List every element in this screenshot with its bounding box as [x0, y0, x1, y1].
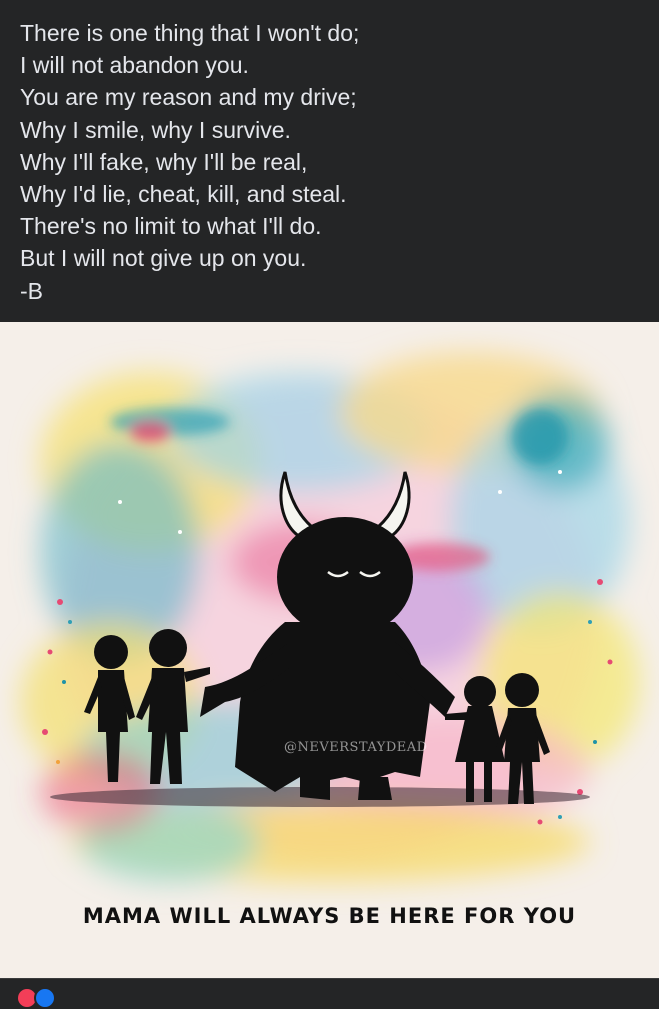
post-text: There is one thing that I won't do; I wi…	[0, 0, 659, 322]
post-line: Why I'll fake, why I'll be real,	[20, 148, 308, 175]
post-line: Why I'd lie, cheat, kill, and steal.	[20, 181, 347, 208]
post-line: Why I smile, why I survive.	[20, 116, 291, 143]
love-icon[interactable]	[34, 987, 56, 1009]
post-line: You are my reason and my drive;	[20, 84, 357, 111]
post-image[interactable]: @NEVERSTAYDEAD	[0, 322, 659, 978]
reactions-bar[interactable]	[0, 978, 659, 1009]
image-caption: MAMA WILL ALWAYS BE HERE FOR YOU	[82, 904, 577, 928]
post-line: But I will not give up on you.	[20, 245, 307, 272]
post-signature: -B	[20, 277, 43, 304]
post-line: There's no limit to what I'll do.	[20, 213, 322, 240]
illustration	[20, 352, 640, 882]
post-line: There is one thing that I won't do;	[20, 20, 360, 46]
post-line: I will not abandon you.	[20, 52, 249, 79]
watermark: @NEVERSTAYDEAD	[284, 740, 428, 755]
